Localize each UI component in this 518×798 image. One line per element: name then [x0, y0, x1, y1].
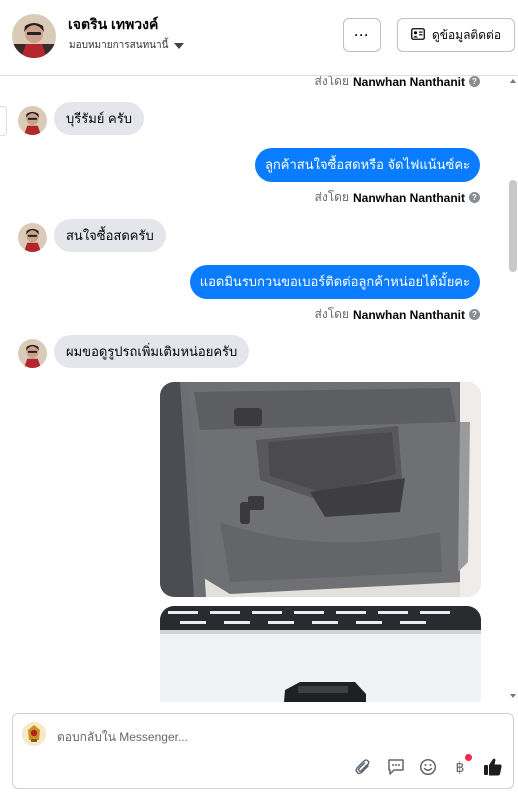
- saved-reply-icon[interactable]: [385, 756, 407, 778]
- scroll-up-icon[interactable]: [510, 79, 516, 83]
- info-icon[interactable]: ?: [469, 192, 480, 203]
- svg-text:฿: ฿: [456, 760, 465, 776]
- more-options-button[interactable]: ···: [343, 18, 381, 52]
- info-icon[interactable]: ?: [469, 309, 480, 320]
- incoming-message[interactable]: บุรีรัมย์ ครับ: [54, 102, 144, 135]
- outgoing-message[interactable]: ลูกค้าสนใจซื้อสดหรือ จัดไฟแน้นซ์คะ: [254, 148, 480, 182]
- car-door-photo[interactable]: [160, 382, 481, 597]
- conversation-header: เจตริน เทพวงค์ มอบหมายการสนทนานี้ ··· ดู…: [0, 0, 518, 76]
- assign-label: มอบหมายการสนทนานี้: [69, 40, 169, 51]
- incoming-message[interactable]: ผมขอดูรูปรถเพิ่มเติมหน่อยครับ: [54, 335, 250, 368]
- scroll-down-icon[interactable]: [510, 694, 516, 698]
- assign-conversation-dropdown[interactable]: มอบหมายการสนทนานี้: [69, 38, 185, 53]
- contact-avatar-small[interactable]: [18, 223, 47, 252]
- contact-avatar-small[interactable]: [18, 339, 47, 368]
- sent-by-label: ส่งโดย Nanwhan Nanthanit ?: [315, 305, 480, 324]
- side-panel-tab[interactable]: [0, 106, 7, 136]
- notification-dot: [465, 754, 472, 761]
- car-showroom-photo[interactable]: [160, 606, 481, 702]
- incoming-message[interactable]: สนใจซื้อสดครับ: [54, 219, 166, 252]
- view-contact-button[interactable]: ดูข้อมูลติดต่อ: [397, 18, 515, 52]
- attach-icon[interactable]: [352, 756, 374, 778]
- reply-input[interactable]: [57, 726, 457, 748]
- reply-composer: ฿: [12, 713, 514, 789]
- scrollbar[interactable]: [508, 76, 518, 702]
- contact-name[interactable]: เจตริน เทพวงค์: [68, 14, 158, 36]
- caret-down-icon: [174, 42, 185, 49]
- message-thread[interactable]: ส่งโดย Nanwhan Nanthanit ? บุรีรัมย์ ครั…: [0, 76, 518, 702]
- contact-avatar-small[interactable]: [18, 106, 47, 135]
- sent-by-label: ส่งโดย Nanwhan Nanthanit ?: [315, 76, 480, 91]
- contact-card-icon: [411, 27, 425, 43]
- contact-avatar[interactable]: [12, 14, 56, 58]
- emoji-icon[interactable]: [417, 756, 439, 778]
- info-icon[interactable]: ?: [469, 76, 480, 87]
- like-icon[interactable]: [482, 756, 504, 778]
- view-contact-label: ดูข้อมูลติดต่อ: [431, 27, 502, 42]
- page-avatar: [22, 722, 46, 746]
- payment-icon[interactable]: ฿: [449, 754, 472, 778]
- scrollbar-thumb[interactable]: [509, 180, 517, 272]
- outgoing-message[interactable]: แอดมินรบกวนขอเบอร์ติดต่อลูกค้าหน่อยได้มั…: [189, 265, 480, 299]
- sent-by-label: ส่งโดย Nanwhan Nanthanit ?: [315, 188, 480, 207]
